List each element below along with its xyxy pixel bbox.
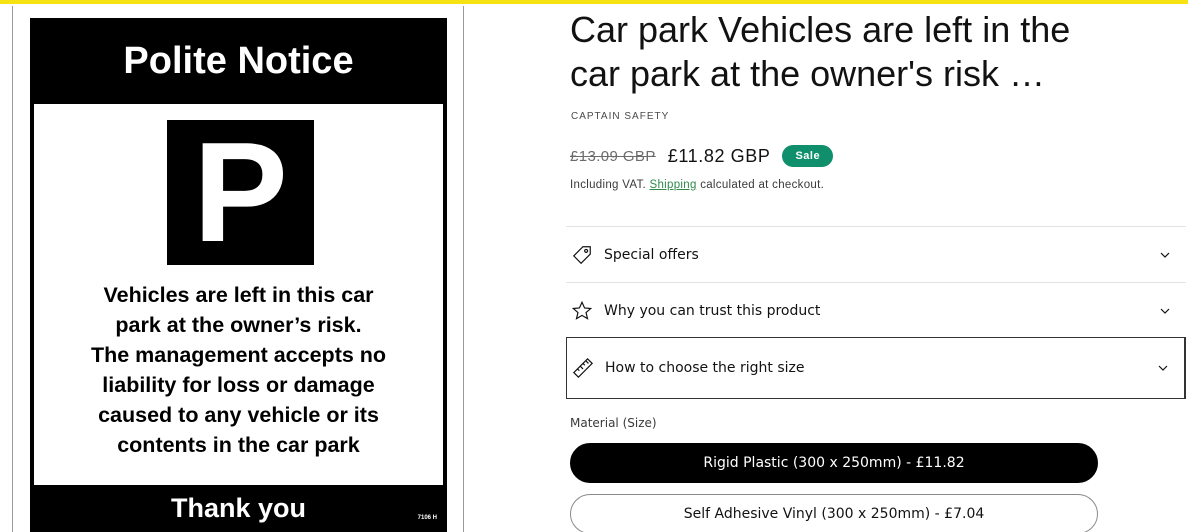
product-title-line: car park at the owner's risk … <box>570 53 1046 94</box>
accordion-special-offers[interactable]: Special offers <box>566 226 1186 282</box>
sign-text-line: liability for loss or damage <box>102 373 375 397</box>
tax-note: Including VAT. Shipping calculated at ch… <box>570 179 824 191</box>
product-image[interactable]: Polite Notice P Vehicles are left in thi… <box>30 18 447 532</box>
tax-note-prefix: Including VAT. <box>570 179 647 191</box>
sign-code: 7106 H <box>417 515 437 521</box>
accordion-trust[interactable]: Why you can trust this product <box>566 282 1186 338</box>
regular-price: £13.09 GBP <box>570 147 656 165</box>
variant-rigid-plastic-button[interactable]: Rigid Plastic (300 x 250mm) - £11.82 <box>570 443 1098 483</box>
accordion-label: Special offers <box>604 246 699 263</box>
tag-icon <box>570 243 594 267</box>
sign-text-line: park at the owner’s risk. <box>115 313 362 337</box>
sign-text-line: caused to any vehicle or its <box>98 403 379 427</box>
sign-footer: Thank you <box>170 493 306 523</box>
sign-text-line: Vehicles are left in this car <box>103 283 374 307</box>
shipping-link[interactable]: Shipping <box>650 179 697 191</box>
chevron-down-icon <box>1158 248 1172 262</box>
product-title-line: Car park Vehicles are left in the <box>570 9 1071 50</box>
chevron-down-icon <box>1158 304 1172 318</box>
sign-body: P Vehicles are left in this car park at … <box>34 104 443 485</box>
sign-text-line: The management accepts no <box>90 343 387 367</box>
ruler-icon <box>571 356 595 380</box>
sign-text-line: contents in the car park <box>117 433 360 457</box>
sign-text: Vehicles are left in this car park at th… <box>34 280 443 460</box>
sale-badge: Sale <box>782 145 834 167</box>
sign-heading: Polite Notice <box>123 39 354 82</box>
product-vendor: CAPTAIN SAFETY <box>571 111 670 122</box>
accordion-label: How to choose the right size <box>605 360 805 376</box>
top-highlight-bar <box>0 0 1188 4</box>
product-title: Car park Vehicles are left in the car pa… <box>570 8 1180 96</box>
accordion-size-guide[interactable]: How to choose the right size <box>566 337 1186 399</box>
material-label: Material (Size) <box>570 416 657 430</box>
star-icon <box>570 299 594 323</box>
variant-vinyl-button[interactable]: Self Adhesive Vinyl (300 x 250mm) - £7.0… <box>570 494 1098 532</box>
parking-symbol-icon: P <box>167 120 314 265</box>
chevron-down-icon <box>1156 361 1170 375</box>
accordion-label: Why you can trust this product <box>604 302 821 319</box>
price-row: £13.09 GBP £11.82 GBP Sale <box>570 143 834 169</box>
tax-note-suffix: calculated at checkout. <box>700 179 825 191</box>
sale-price: £11.82 GBP <box>667 145 771 166</box>
